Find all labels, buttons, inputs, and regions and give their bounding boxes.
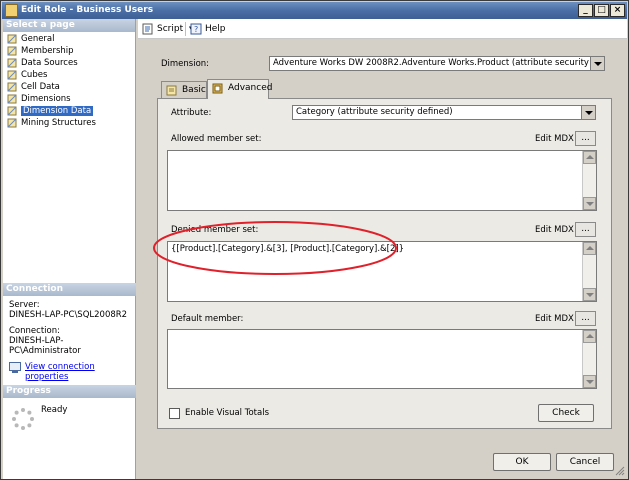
default-member-label: Default member: <box>171 314 244 324</box>
scroll-up-icon[interactable] <box>583 151 596 164</box>
allowed-edit-mdx-button[interactable]: ... <box>575 131 596 146</box>
progress-status: Ready <box>41 405 68 415</box>
chevron-down-icon[interactable] <box>590 57 604 70</box>
sidebar-item-membership[interactable]: Membership <box>3 45 135 57</box>
page-icon <box>7 118 17 128</box>
allowed-member-set-label: Allowed member set: <box>171 134 262 144</box>
select-page-header: Select a page <box>3 19 135 32</box>
sidebar-item-label: Mining Structures <box>21 118 96 128</box>
sidebar-item-label: Dimension Data <box>21 106 94 116</box>
dimension-value: Adventure Works DW 2008R2.Adventure Work… <box>273 58 605 68</box>
sidebar-item-dimensions[interactable]: Dimensions <box>3 93 135 105</box>
attribute-label: Attribute: <box>171 108 212 118</box>
page-icon <box>7 82 17 92</box>
connection-header: Connection <box>3 283 136 296</box>
allowed-member-set-input[interactable] <box>167 150 597 211</box>
view-connection-properties-link[interactable]: View connection properties <box>25 362 95 382</box>
sidebar-item-label: Membership <box>21 46 74 56</box>
progress-spinner-icon <box>12 408 34 430</box>
close-button[interactable]: × <box>610 4 625 17</box>
help-label: Help <box>205 24 226 34</box>
minimize-button[interactable]: _ <box>578 4 593 17</box>
sidebar-item-label: Cubes <box>21 70 48 80</box>
scroll-up-icon[interactable] <box>583 330 596 343</box>
server-label: Server: <box>9 300 40 310</box>
script-label: Script <box>157 24 184 34</box>
connection-label: Connection: <box>9 326 60 336</box>
edit-role-dialog: Edit Role - Business Users _ □ × Select … <box>0 0 629 480</box>
denied-member-set-value: {[Product].[Category].&[3], [Product].[C… <box>171 244 405 254</box>
allowed-edit-mdx-label: Edit MDX <box>535 134 574 144</box>
sidebar-item-label: General <box>21 34 55 44</box>
dimension-dropdown[interactable]: Adventure Works DW 2008R2.Adventure Work… <box>269 56 605 71</box>
window-title: Edit Role - Business Users <box>21 5 154 15</box>
connection-properties-icon <box>9 362 21 373</box>
page-icon <box>7 106 17 116</box>
denied-member-set-input[interactable]: {[Product].[Category].&[3], [Product].[C… <box>167 241 597 302</box>
progress-section: Progress Ready <box>3 385 136 430</box>
sidebar-item-dimension-data[interactable]: Dimension Data <box>3 105 135 117</box>
script-icon <box>142 23 153 35</box>
scroll-down-icon[interactable] <box>583 197 596 210</box>
dimension-label: Dimension: <box>161 59 210 69</box>
default-member-input[interactable] <box>167 329 597 389</box>
page-icon <box>7 58 17 68</box>
scroll-up-icon[interactable] <box>583 242 596 255</box>
tab-advanced[interactable]: Advanced <box>207 79 273 99</box>
chevron-down-icon[interactable] <box>581 106 595 119</box>
attribute-dropdown[interactable]: Category (attribute security defined) <box>292 105 596 120</box>
default-edit-mdx-button[interactable]: ... <box>575 311 596 326</box>
page-icon <box>7 94 17 104</box>
toolbar: Script ▼ ? Help <box>138 19 627 39</box>
page-icon <box>7 34 17 44</box>
left-pane: Select a page General Membership Data So… <box>3 19 136 479</box>
enable-visual-totals-checkbox[interactable] <box>169 408 180 419</box>
help-icon: ? <box>190 23 202 35</box>
maximize-button[interactable]: □ <box>594 4 609 17</box>
default-edit-mdx-label: Edit MDX <box>535 314 574 324</box>
attribute-value: Category (attribute security defined) <box>296 107 453 117</box>
page-icon <box>7 70 17 80</box>
sidebar-item-label: Data Sources <box>21 58 78 68</box>
enable-visual-totals-label: Enable Visual Totals <box>185 408 270 418</box>
page-icon <box>7 46 17 56</box>
script-button[interactable]: Script ▼ <box>142 22 194 36</box>
scroll-down-icon[interactable] <box>583 288 596 301</box>
title-bar[interactable]: Edit Role - Business Users _ □ × <box>2 2 627 19</box>
advanced-tab-icon <box>212 83 223 94</box>
tab-label: Advanced <box>228 83 273 93</box>
cancel-button[interactable]: Cancel <box>556 453 614 471</box>
sidebar-item-data-sources[interactable]: Data Sources <box>3 57 135 69</box>
denied-edit-mdx-button[interactable]: ... <box>575 222 596 237</box>
check-button[interactable]: Check <box>538 404 594 422</box>
toolbar-separator <box>185 22 186 36</box>
default-scrollbar[interactable] <box>582 330 596 388</box>
tab-basic[interactable]: Basic <box>161 81 207 98</box>
svg-text:?: ? <box>194 25 198 34</box>
server-value: DINESH-LAP-PC\SQL2008R2 <box>9 310 128 320</box>
sidebar-item-cell-data[interactable]: Cell Data <box>3 81 135 93</box>
page-list: General Membership Data Sources Cubes Ce… <box>3 32 135 129</box>
sidebar-item-label: Dimensions <box>21 94 71 104</box>
tab-label: Basic <box>182 85 206 95</box>
denied-scrollbar[interactable] <box>582 242 596 301</box>
sidebar-item-label: Cell Data <box>21 82 60 92</box>
app-icon <box>5 4 18 17</box>
sidebar-item-general[interactable]: General <box>3 33 135 45</box>
sidebar-item-mining-structures[interactable]: Mining Structures <box>3 117 135 129</box>
progress-header: Progress <box>3 385 136 398</box>
ok-button[interactable]: OK <box>493 453 551 471</box>
denied-edit-mdx-label: Edit MDX <box>535 225 574 235</box>
denied-member-set-label: Denied member set: <box>171 225 259 235</box>
help-button[interactable]: ? Help <box>190 22 226 36</box>
resize-grip-icon[interactable] <box>615 466 625 476</box>
sidebar-item-cubes[interactable]: Cubes <box>3 69 135 81</box>
connection-section: Connection Server: DINESH-LAP-PC\SQL2008… <box>3 283 136 382</box>
connection-info: Server: DINESH-LAP-PC\SQL2008R2 Connecti… <box>3 296 136 382</box>
connection-value: DINESH-LAP-PC\Administrator <box>9 336 81 356</box>
basic-tab-icon <box>166 85 177 96</box>
allowed-scrollbar[interactable] <box>582 151 596 210</box>
scroll-down-icon[interactable] <box>583 375 596 388</box>
